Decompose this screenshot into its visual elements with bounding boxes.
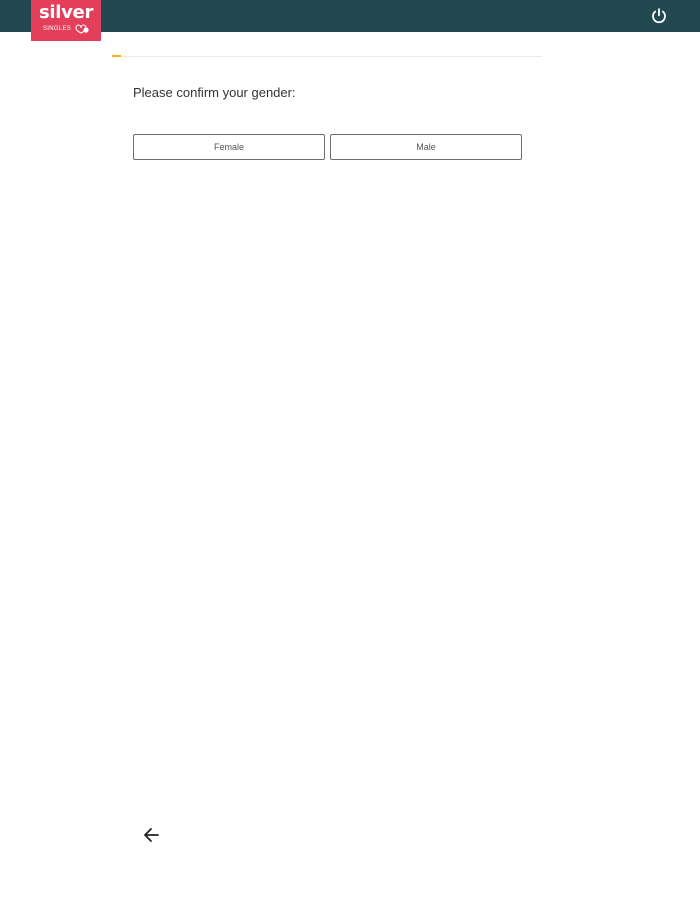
progress-bar-fill: [112, 55, 121, 57]
power-icon[interactable]: [650, 7, 668, 25]
top-bar: silver SINGLES: [0, 0, 700, 41]
gender-question: Please confirm your gender:: [133, 85, 296, 100]
progress-bar: [112, 55, 542, 57]
logo-subtitle: SINGLES: [43, 26, 72, 32]
silversingles-logo[interactable]: silver SINGLES: [31, 0, 101, 41]
heart-icon: [75, 24, 89, 34]
male-button[interactable]: Male: [330, 134, 522, 160]
arrow-left-icon[interactable]: [142, 825, 162, 845]
logo-wordmark: silver: [38, 2, 94, 23]
female-button[interactable]: Female: [133, 134, 325, 160]
